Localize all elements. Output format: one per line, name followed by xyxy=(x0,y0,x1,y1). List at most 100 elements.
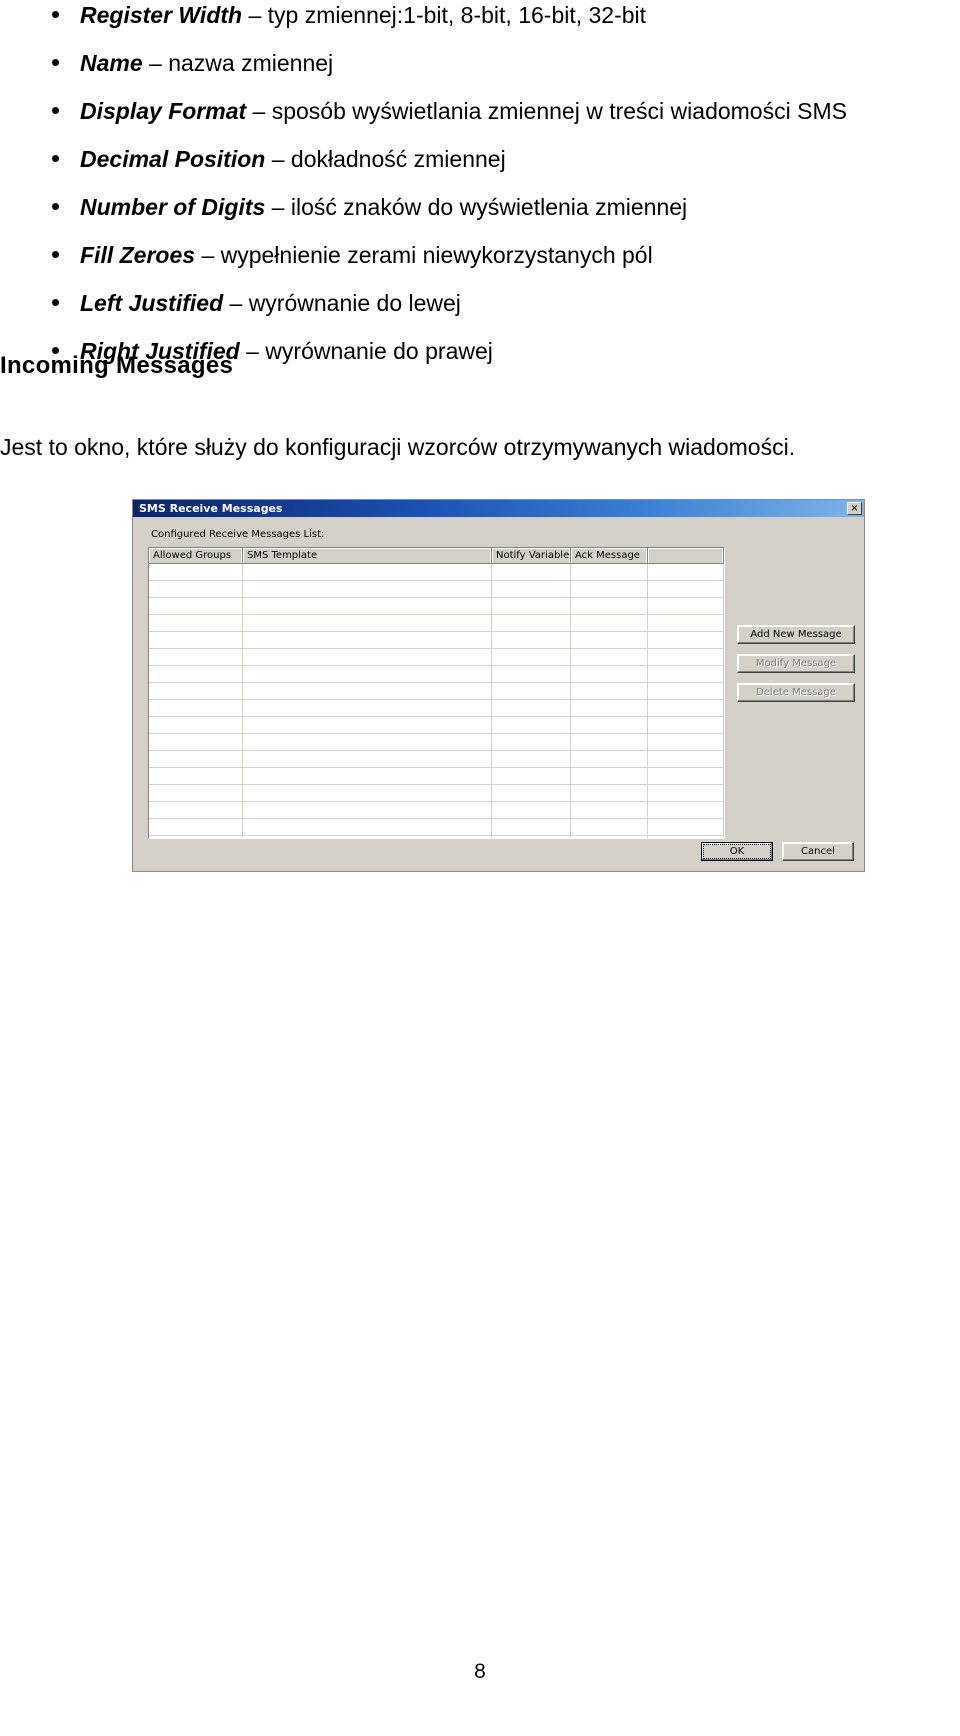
ok-button[interactable]: OK xyxy=(701,842,773,861)
table-cell xyxy=(492,802,571,818)
table-cell xyxy=(571,615,648,631)
table-cell xyxy=(648,564,724,580)
table-cell xyxy=(648,666,724,682)
table-cell xyxy=(149,649,243,665)
table-cell xyxy=(243,785,492,801)
table-cell xyxy=(149,598,243,614)
table-row[interactable] xyxy=(149,802,724,819)
close-icon[interactable]: × xyxy=(847,502,862,515)
table-cell xyxy=(571,649,648,665)
dialog-titlebar: SMS Receive Messages × xyxy=(133,500,864,517)
cancel-button[interactable]: Cancel xyxy=(782,842,854,861)
table-cell xyxy=(571,632,648,648)
table-row[interactable] xyxy=(149,649,724,666)
bullet-term: Decimal Position xyxy=(80,146,266,172)
table-cell xyxy=(243,666,492,682)
table-row[interactable] xyxy=(149,666,724,683)
dialog-bottom-buttons: OK Cancel xyxy=(701,842,854,861)
column-header-spacer[interactable] xyxy=(648,548,724,563)
column-header-allowed-groups[interactable]: Allowed Groups xyxy=(149,548,243,563)
table-row[interactable] xyxy=(149,700,724,717)
table-cell xyxy=(149,717,243,733)
table-row[interactable] xyxy=(149,768,724,785)
table-cell xyxy=(149,666,243,682)
bullet-dot-icon xyxy=(52,299,59,306)
table-row[interactable] xyxy=(149,751,724,768)
add-new-message-button[interactable]: Add New Message xyxy=(737,625,855,644)
table-row[interactable] xyxy=(149,819,724,836)
table-cell xyxy=(571,564,648,580)
table-cell xyxy=(149,564,243,580)
messages-grid[interactable]: Allowed Groups SMS Template Notify Varia… xyxy=(148,547,725,839)
table-row[interactable] xyxy=(149,683,724,700)
table-cell xyxy=(648,768,724,784)
table-cell xyxy=(243,734,492,750)
table-cell xyxy=(571,666,648,682)
table-row[interactable] xyxy=(149,734,724,751)
modify-message-button[interactable]: Modify Message xyxy=(737,654,855,673)
bullet-term: Name xyxy=(80,50,143,76)
bullet-dot-icon xyxy=(52,155,59,162)
table-cell xyxy=(492,598,571,614)
column-header-ack-message[interactable]: Ack Message xyxy=(571,548,648,563)
section-heading: Incoming Messages xyxy=(0,352,234,379)
table-row[interactable] xyxy=(149,598,724,615)
list-item: Display Format – sposób wyświetlania zmi… xyxy=(0,96,900,126)
list-item: Decimal Position – dokładność zmiennej xyxy=(0,144,900,174)
bullet-term: Register Width xyxy=(80,2,243,28)
table-cell xyxy=(648,598,724,614)
table-cell xyxy=(571,683,648,699)
table-cell xyxy=(149,700,243,716)
table-cell xyxy=(648,632,724,648)
table-cell xyxy=(648,785,724,801)
table-cell xyxy=(648,836,724,838)
table-cell xyxy=(149,836,243,838)
table-cell xyxy=(149,751,243,767)
list-item: Left Justified – wyrównanie do lewej xyxy=(0,288,900,318)
list-item: Register Width – typ zmiennej:1-bit, 8-b… xyxy=(0,0,900,30)
parameter-bullet-list: Register Width – typ zmiennej:1-bit, 8-b… xyxy=(0,0,900,384)
table-cell xyxy=(243,564,492,580)
table-row[interactable] xyxy=(149,632,724,649)
table-cell xyxy=(648,751,724,767)
delete-message-button[interactable]: Delete Message xyxy=(737,683,855,702)
table-cell xyxy=(243,751,492,767)
table-cell xyxy=(648,700,724,716)
table-cell xyxy=(243,581,492,597)
dialog-body: Configured Receive Messages List: Allowe… xyxy=(133,517,864,871)
bullet-dot-icon xyxy=(52,107,59,114)
table-cell xyxy=(492,768,571,784)
column-header-sms-template[interactable]: SMS Template xyxy=(243,548,492,563)
table-cell xyxy=(149,632,243,648)
table-row[interactable] xyxy=(149,717,724,734)
bullet-description: – dokładność zmiennej xyxy=(271,146,506,172)
table-cell xyxy=(571,700,648,716)
bullet-term: Fill Zeroes xyxy=(80,242,196,268)
table-cell xyxy=(492,564,571,580)
document-page: Register Width – typ zmiennej:1-bit, 8-b… xyxy=(0,0,960,1736)
bullet-description: – sposób wyświetlania zmiennej w treści … xyxy=(252,98,847,124)
bullet-term: Number of Digits xyxy=(80,194,266,220)
bullet-description: – ilość znaków do wyświetlenia zmiennej xyxy=(271,194,688,220)
bullet-description: – wypełnienie zerami niewykorzystanych p… xyxy=(201,242,653,268)
table-cell xyxy=(571,581,648,597)
table-cell xyxy=(571,598,648,614)
table-cell xyxy=(149,785,243,801)
table-row[interactable] xyxy=(149,785,724,802)
table-cell xyxy=(492,632,571,648)
table-cell xyxy=(149,615,243,631)
table-row[interactable] xyxy=(149,564,724,581)
bullet-dot-icon xyxy=(52,59,59,66)
table-cell xyxy=(243,683,492,699)
column-header-notify-variable[interactable]: Notify Variable xyxy=(492,548,571,563)
dialog-title: SMS Receive Messages xyxy=(139,502,283,515)
list-item: Fill Zeroes – wypełnienie zerami niewyko… xyxy=(0,240,900,270)
table-row[interactable] xyxy=(149,581,724,598)
table-cell xyxy=(243,836,492,838)
table-cell xyxy=(571,717,648,733)
table-row[interactable] xyxy=(149,836,724,838)
bullet-description: – typ zmiennej:1-bit, 8-bit, 16-bit, 32-… xyxy=(248,2,647,28)
table-cell xyxy=(243,649,492,665)
table-row[interactable] xyxy=(149,615,724,632)
table-cell xyxy=(571,819,648,835)
